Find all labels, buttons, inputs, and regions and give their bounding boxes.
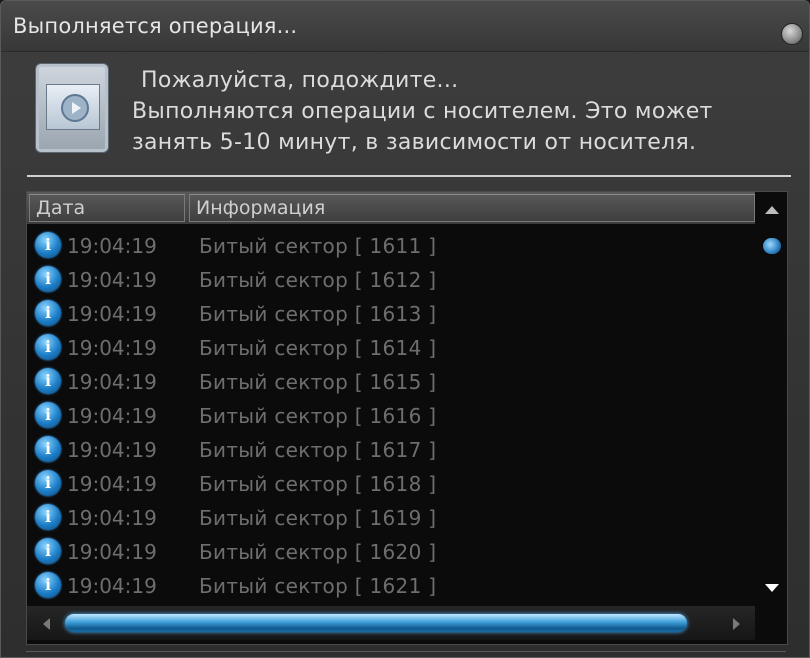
play-icon bbox=[61, 94, 89, 122]
row-info: Битый сектор [ 1612 ] bbox=[199, 268, 437, 292]
bottom-edge bbox=[26, 651, 786, 658]
row-info: Битый сектор [ 1620 ] bbox=[199, 540, 437, 564]
horizontal-scroll-thumb[interactable] bbox=[65, 614, 687, 632]
row-time: 19:04:19 bbox=[67, 404, 157, 428]
row-time: 19:04:19 bbox=[67, 472, 157, 496]
title-bar: Выполняется операция... bbox=[1, 1, 809, 52]
row-info: Битый сектор [ 1617 ] bbox=[199, 438, 437, 462]
row-info: Битый сектор [ 1613 ] bbox=[199, 302, 437, 326]
scroll-right-icon[interactable] bbox=[733, 618, 740, 630]
table-row[interactable]: i 19:04:19 Битый сектор [ 1615 ] bbox=[27, 366, 755, 400]
info-icon: i bbox=[35, 334, 61, 360]
row-info: Битый сектор [ 1616 ] bbox=[199, 404, 437, 428]
list-header: Дата Информация bbox=[27, 192, 755, 224]
row-info: Битый сектор [ 1619 ] bbox=[199, 506, 437, 530]
row-time: 19:04:19 bbox=[67, 234, 157, 258]
row-info: Битый сектор [ 1621 ] bbox=[199, 574, 437, 598]
row-info: Битый сектор [ 1615 ] bbox=[199, 370, 437, 394]
media-window-icon bbox=[35, 63, 109, 153]
screen-shape bbox=[46, 84, 100, 130]
info-icon: i bbox=[35, 300, 61, 326]
column-header-info[interactable]: Информация bbox=[189, 194, 755, 222]
info-icon: i bbox=[35, 436, 61, 462]
scroll-left-icon[interactable] bbox=[43, 618, 50, 630]
row-time: 19:04:19 bbox=[67, 506, 157, 530]
row-time: 19:04:19 bbox=[67, 268, 157, 292]
vertical-scroll-thumb[interactable] bbox=[763, 238, 781, 254]
table-row[interactable]: i 19:04:19 Битый сектор [ 1613 ] bbox=[27, 298, 755, 332]
info-icon: i bbox=[35, 266, 61, 292]
info-icon: i bbox=[35, 232, 61, 258]
wait-message: Пожалуйста, подождите... bbox=[141, 68, 459, 93]
info-icon: i bbox=[35, 368, 61, 394]
info-icon: i bbox=[35, 470, 61, 496]
operation-message-line2: занять 5-10 минут, в зависимости от носи… bbox=[132, 130, 697, 155]
log-list[interactable]: Дата Информация i 19:04:19 Битый сектор [ … bbox=[26, 191, 788, 645]
table-row[interactable]: i 19:04:19 Битый сектор [ 1616 ] bbox=[27, 400, 755, 434]
scroll-up-icon[interactable] bbox=[765, 206, 779, 214]
divider bbox=[27, 175, 791, 177]
row-info: Битый сектор [ 1614 ] bbox=[199, 336, 437, 360]
scroll-down-icon[interactable] bbox=[765, 584, 779, 592]
info-icon: i bbox=[35, 402, 61, 428]
row-time: 19:04:19 bbox=[67, 574, 157, 598]
row-info: Битый сектор [ 1611 ] bbox=[199, 234, 437, 258]
table-row[interactable]: i 19:04:19 Битый сектор [ 1618 ] bbox=[27, 468, 755, 502]
row-time: 19:04:19 bbox=[67, 540, 157, 564]
table-row[interactable]: i 19:04:19 Битый сектор [ 1620 ] bbox=[27, 536, 755, 570]
table-row[interactable]: i 19:04:19 Битый сектор [ 1612 ] bbox=[27, 264, 755, 298]
table-row[interactable]: i 19:04:19 Битый сектор [ 1619 ] bbox=[27, 502, 755, 536]
info-icon: i bbox=[35, 572, 61, 598]
row-time: 19:04:19 bbox=[67, 336, 157, 360]
row-time: 19:04:19 bbox=[67, 302, 157, 326]
column-header-date[interactable]: Дата bbox=[29, 194, 185, 222]
table-row[interactable]: i 19:04:19 Битый сектор [ 1617 ] bbox=[27, 434, 755, 468]
row-time: 19:04:19 bbox=[67, 438, 157, 462]
info-icon: i bbox=[35, 538, 61, 564]
close-button[interactable] bbox=[781, 23, 803, 45]
table-row[interactable]: i 19:04:19 Битый сектор [ 1614 ] bbox=[27, 332, 755, 366]
horizontal-scrollbar[interactable] bbox=[27, 606, 755, 640]
row-info: Битый сектор [ 1618 ] bbox=[199, 472, 437, 496]
table-row[interactable]: i 19:04:19 Битый сектор [ 1621 ] bbox=[27, 570, 755, 604]
operation-dialog: Выполняется операция... Пожалуйста, подо… bbox=[0, 0, 810, 658]
vertical-scrollbar[interactable] bbox=[759, 192, 785, 604]
info-icon: i bbox=[35, 504, 61, 530]
row-time: 19:04:19 bbox=[67, 370, 157, 394]
window-title: Выполняется операция... bbox=[13, 14, 298, 38]
table-row[interactable]: i 19:04:19 Битый сектор [ 1611 ] bbox=[27, 230, 755, 264]
operation-message-line1: Выполняются операции с носителем. Это мо… bbox=[132, 99, 713, 124]
